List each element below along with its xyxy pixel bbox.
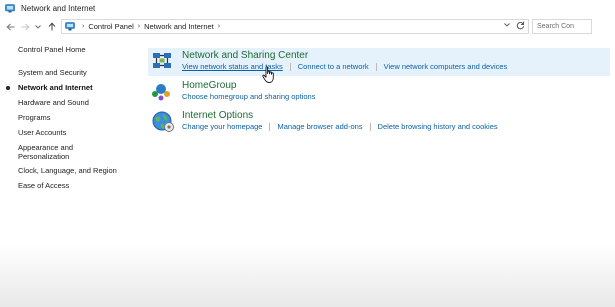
sidebar-item-label: Ease of Access xyxy=(18,181,70,190)
title-bar: Network and Internet xyxy=(0,0,615,16)
view-network-computers-link[interactable]: View network computers and devices xyxy=(384,62,508,72)
forward-button[interactable] xyxy=(19,20,32,33)
sidebar-item-network-and-internet[interactable]: Network and Internet xyxy=(6,83,143,92)
sidebar-item-label: Network and Internet xyxy=(18,83,93,92)
change-homepage-link[interactable]: Change your homepage xyxy=(182,122,262,132)
hand-pointer-icon xyxy=(262,66,274,83)
choose-homegroup-options-link[interactable]: Choose homegroup and sharing options xyxy=(182,92,315,102)
chevron-down-icon xyxy=(35,24,41,29)
homegroup-title[interactable]: HomeGroup xyxy=(182,80,315,92)
sidebar-item-label: Clock, Language, and Region xyxy=(18,166,117,175)
control-panel-home-link[interactable]: Control Panel Home xyxy=(18,45,143,54)
connect-to-network-link[interactable]: Connect to a network xyxy=(298,62,369,72)
sidebar-item-user-accounts[interactable]: User Accounts xyxy=(18,128,143,137)
bottom-background xyxy=(0,245,615,307)
window-title: Network and Internet xyxy=(21,3,96,13)
sidebar-item-ease-of-access[interactable]: Ease of Access xyxy=(18,181,143,190)
network-and-sharing-center-title[interactable]: Network and Sharing Center xyxy=(182,50,507,62)
sidebar-item-label: Programs xyxy=(18,113,51,122)
category-internet-options: Internet Options Change your homepage Ma… xyxy=(148,108,615,136)
homegroup-icon[interactable] xyxy=(150,79,176,103)
sidebar-item-appearance-and-personalization[interactable]: Appearance and Personalization xyxy=(18,143,143,161)
category-network-and-sharing-center: Network and Sharing Center View network … xyxy=(148,48,610,76)
breadcrumb-network-and-internet[interactable]: Network and Internet xyxy=(144,22,214,31)
internet-options-title[interactable]: Internet Options xyxy=(182,110,498,122)
address-bar-row: › Control Panel › Network and Internet ›… xyxy=(0,16,615,37)
category-list: Network and Sharing Center View network … xyxy=(148,48,615,136)
refresh-icon xyxy=(516,21,525,30)
manage-add-ons-link[interactable]: Manage browser add-ons xyxy=(277,122,362,132)
arrow-up-icon xyxy=(48,22,55,31)
sidebar-item-label: Appearance and xyxy=(18,143,74,152)
link-divider xyxy=(369,123,371,131)
link-divider xyxy=(269,123,271,131)
category-links: Choose homegroup and sharing options xyxy=(182,92,315,102)
chevron-down-icon xyxy=(504,23,510,27)
arrow-left-icon xyxy=(6,23,15,30)
recent-locations-button[interactable] xyxy=(34,20,42,33)
up-button[interactable] xyxy=(45,20,58,33)
back-button[interactable] xyxy=(4,20,17,33)
breadcrumb-separator-icon[interactable]: › xyxy=(138,23,140,30)
sidebar-item-label: Personalization xyxy=(18,152,70,161)
address-bar[interactable]: › Control Panel › Network and Internet › xyxy=(61,19,529,34)
sidebar: Control Panel Home System and Security N… xyxy=(6,45,143,190)
sidebar-item-label: User Accounts xyxy=(18,128,67,137)
sidebar-item-label: Hardware and Sound xyxy=(18,98,89,107)
control-panel-icon xyxy=(65,22,75,31)
control-panel-icon xyxy=(5,4,15,13)
link-divider xyxy=(375,63,377,71)
sidebar-item-programs[interactable]: Programs xyxy=(18,113,143,122)
category-links: Change your homepage Manage browser add-… xyxy=(182,122,498,132)
network-sharing-icon[interactable] xyxy=(150,49,176,73)
refresh-button[interactable] xyxy=(516,21,525,32)
link-divider xyxy=(289,63,291,71)
category-homegroup: HomeGroup Choose homegroup and sharing o… xyxy=(148,78,615,106)
search-input[interactable]: Search Con xyxy=(532,19,592,34)
delete-browsing-history-link[interactable]: Delete browsing history and cookies xyxy=(378,122,498,132)
breadcrumb-separator-icon[interactable]: › xyxy=(82,23,84,30)
breadcrumb-separator-icon[interactable]: › xyxy=(218,23,220,30)
category-links: View network status and tasks Connect to… xyxy=(182,62,507,72)
sidebar-item-clock-language-and-region[interactable]: Clock, Language, and Region xyxy=(18,166,143,175)
breadcrumb-control-panel[interactable]: Control Panel xyxy=(88,22,133,31)
sidebar-item-label: System and Security xyxy=(18,68,87,77)
address-dropdown-button[interactable] xyxy=(504,22,510,29)
internet-options-icon[interactable] xyxy=(150,109,176,133)
current-item-bullet-icon xyxy=(6,86,10,90)
sidebar-item-system-and-security[interactable]: System and Security xyxy=(18,68,143,77)
arrow-right-icon xyxy=(21,23,30,30)
sidebar-item-hardware-and-sound[interactable]: Hardware and Sound xyxy=(18,98,143,107)
